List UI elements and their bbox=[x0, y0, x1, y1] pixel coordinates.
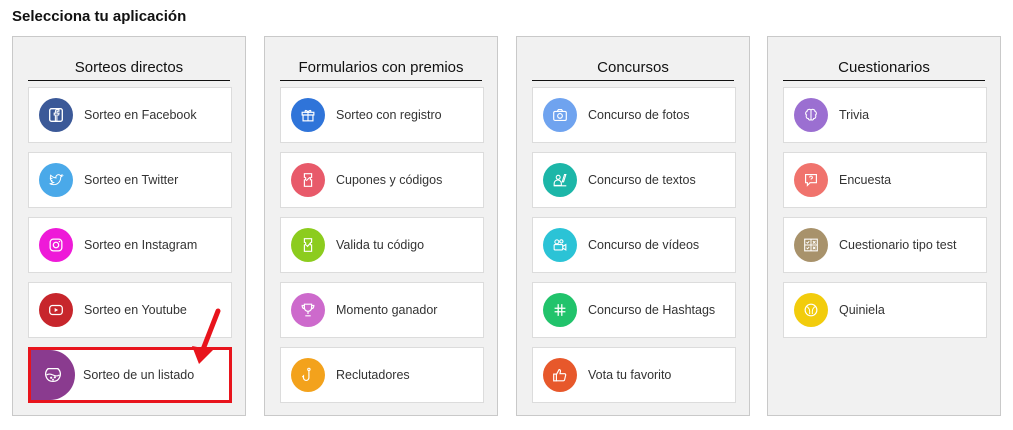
app-card-label: Trivia bbox=[839, 108, 870, 122]
app-card-valida-codigo[interactable]: Valida tu código bbox=[280, 217, 484, 273]
gift-icon bbox=[291, 98, 325, 132]
app-card-label: Momento ganador bbox=[336, 303, 438, 317]
app-card-reclutadores[interactable]: Reclutadores bbox=[280, 347, 484, 403]
column-title: Cuestionarios bbox=[783, 59, 985, 81]
app-card-label: Sorteo en Facebook bbox=[84, 108, 197, 122]
app-card-concurso-fotos[interactable]: Concurso de fotos bbox=[532, 87, 736, 143]
app-card-label: Quiniela bbox=[839, 303, 885, 317]
app-card-cupones-codigos[interactable]: Cupones y códigos bbox=[280, 152, 484, 208]
instagram-icon bbox=[39, 228, 73, 262]
app-card-sorteo-registro[interactable]: Sorteo con registro bbox=[280, 87, 484, 143]
coupon-icon bbox=[291, 163, 325, 197]
app-card-concurso-hashtags[interactable]: Concurso de Hashtags bbox=[532, 282, 736, 338]
app-card-vota-favorito[interactable]: Vota tu favorito bbox=[532, 347, 736, 403]
ticket-icon bbox=[291, 228, 325, 262]
question-bubble-icon bbox=[794, 163, 828, 197]
app-card-encuesta[interactable]: Encuesta bbox=[783, 152, 987, 208]
app-card-concurso-textos[interactable]: Concurso de textos bbox=[532, 152, 736, 208]
hashtag-icon bbox=[543, 293, 577, 327]
video-camera-icon bbox=[543, 228, 577, 262]
checklist-icon bbox=[794, 228, 828, 262]
facebook-icon bbox=[39, 98, 73, 132]
app-card-label: Reclutadores bbox=[336, 368, 410, 382]
column-title: Sorteos directos bbox=[28, 59, 230, 81]
app-card-label: Concurso de fotos bbox=[588, 108, 690, 122]
app-card-sorteo-instagram[interactable]: Sorteo en Instagram bbox=[28, 217, 232, 273]
app-card-label: Concurso de Hashtags bbox=[588, 303, 716, 317]
column-concursos: Concursos Concurso de fotos Concurso de … bbox=[516, 36, 750, 416]
app-card-label: Sorteo en Instagram bbox=[84, 238, 198, 252]
column-formularios-con-premios: Formularios con premios Sorteo con regis… bbox=[264, 36, 498, 416]
column-title: Formularios con premios bbox=[280, 59, 482, 81]
arrow-annotation-icon bbox=[192, 308, 221, 364]
thumbs-up-icon bbox=[543, 358, 577, 392]
brain-icon bbox=[794, 98, 828, 132]
app-card-trivia[interactable]: Trivia bbox=[783, 87, 987, 143]
camera-icon bbox=[543, 98, 577, 132]
app-card-quiniela[interactable]: Quiniela bbox=[783, 282, 987, 338]
app-card-label: Vota tu favorito bbox=[588, 368, 672, 382]
app-card-label: Encuesta bbox=[839, 173, 892, 187]
app-card-label: Sorteo de un listado bbox=[83, 368, 195, 382]
trophy-icon bbox=[291, 293, 325, 327]
column-cuestionarios: Cuestionarios Trivia Encuesta Cuestionar… bbox=[767, 36, 1001, 416]
app-card-sorteo-twitter[interactable]: Sorteo en Twitter bbox=[28, 152, 232, 208]
app-card-label: Cuestionario tipo test bbox=[839, 238, 957, 252]
youtube-icon bbox=[39, 293, 73, 327]
app-card-label: Concurso de vídeos bbox=[588, 238, 700, 252]
app-card-sorteo-facebook[interactable]: Sorteo en Facebook bbox=[28, 87, 232, 143]
app-card-label: Cupones y códigos bbox=[336, 173, 443, 187]
ball-icon bbox=[794, 293, 828, 327]
app-card-label: Valida tu código bbox=[336, 238, 425, 252]
app-card-momento-ganador[interactable]: Momento ganador bbox=[280, 282, 484, 338]
app-card-label: Sorteo en Twitter bbox=[84, 173, 179, 187]
hook-icon bbox=[291, 358, 325, 392]
app-card-cuestionario-test[interactable]: Cuestionario tipo test bbox=[783, 217, 987, 273]
page-title: Selecciona tu aplicación bbox=[12, 8, 187, 25]
writing-icon bbox=[543, 163, 577, 197]
app-card-label: Sorteo en Youtube bbox=[84, 303, 187, 317]
app-card-label: Sorteo con registro bbox=[336, 108, 442, 122]
column-title: Concursos bbox=[532, 59, 734, 81]
fishbowl-icon bbox=[31, 350, 75, 400]
app-card-label: Concurso de textos bbox=[588, 173, 696, 187]
twitter-icon bbox=[39, 163, 73, 197]
app-card-concurso-videos[interactable]: Concurso de vídeos bbox=[532, 217, 736, 273]
